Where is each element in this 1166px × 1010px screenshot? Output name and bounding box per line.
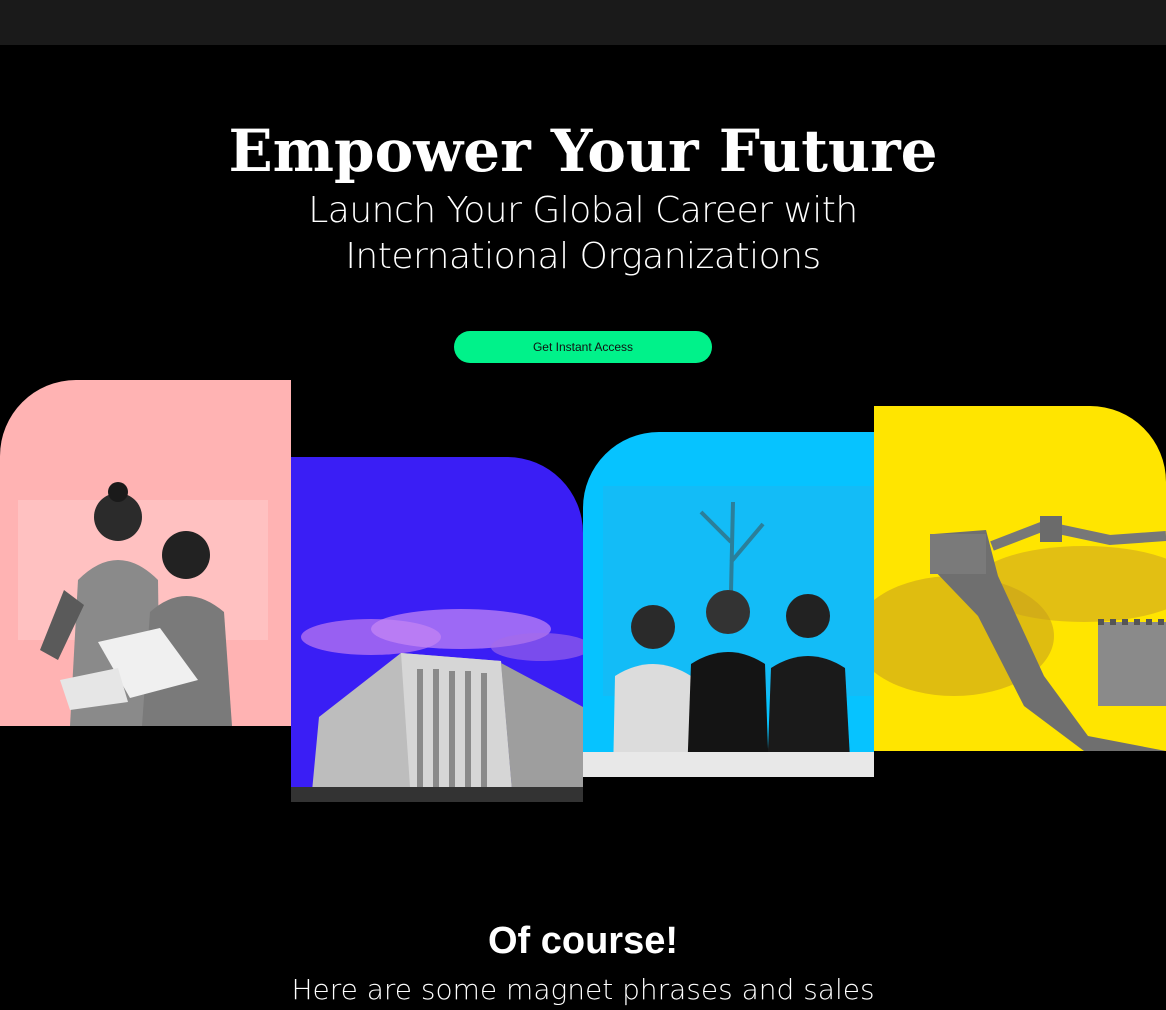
students-reading-image	[0, 380, 291, 726]
group-of-friends-image	[583, 432, 874, 777]
get-instant-access-button[interactable]: Get Instant Access	[454, 331, 712, 363]
hero-title: Empower Your Future	[228, 117, 938, 185]
top-bar	[0, 0, 1166, 45]
section-heading: Of course!	[487, 920, 679, 962]
office-building-image	[291, 457, 583, 802]
hero-subtitle: Launch Your Global Career with Internati…	[308, 190, 858, 277]
great-wall-image	[874, 406, 1166, 751]
section-text: Here are some magnet phrases and sales	[291, 973, 875, 1006]
